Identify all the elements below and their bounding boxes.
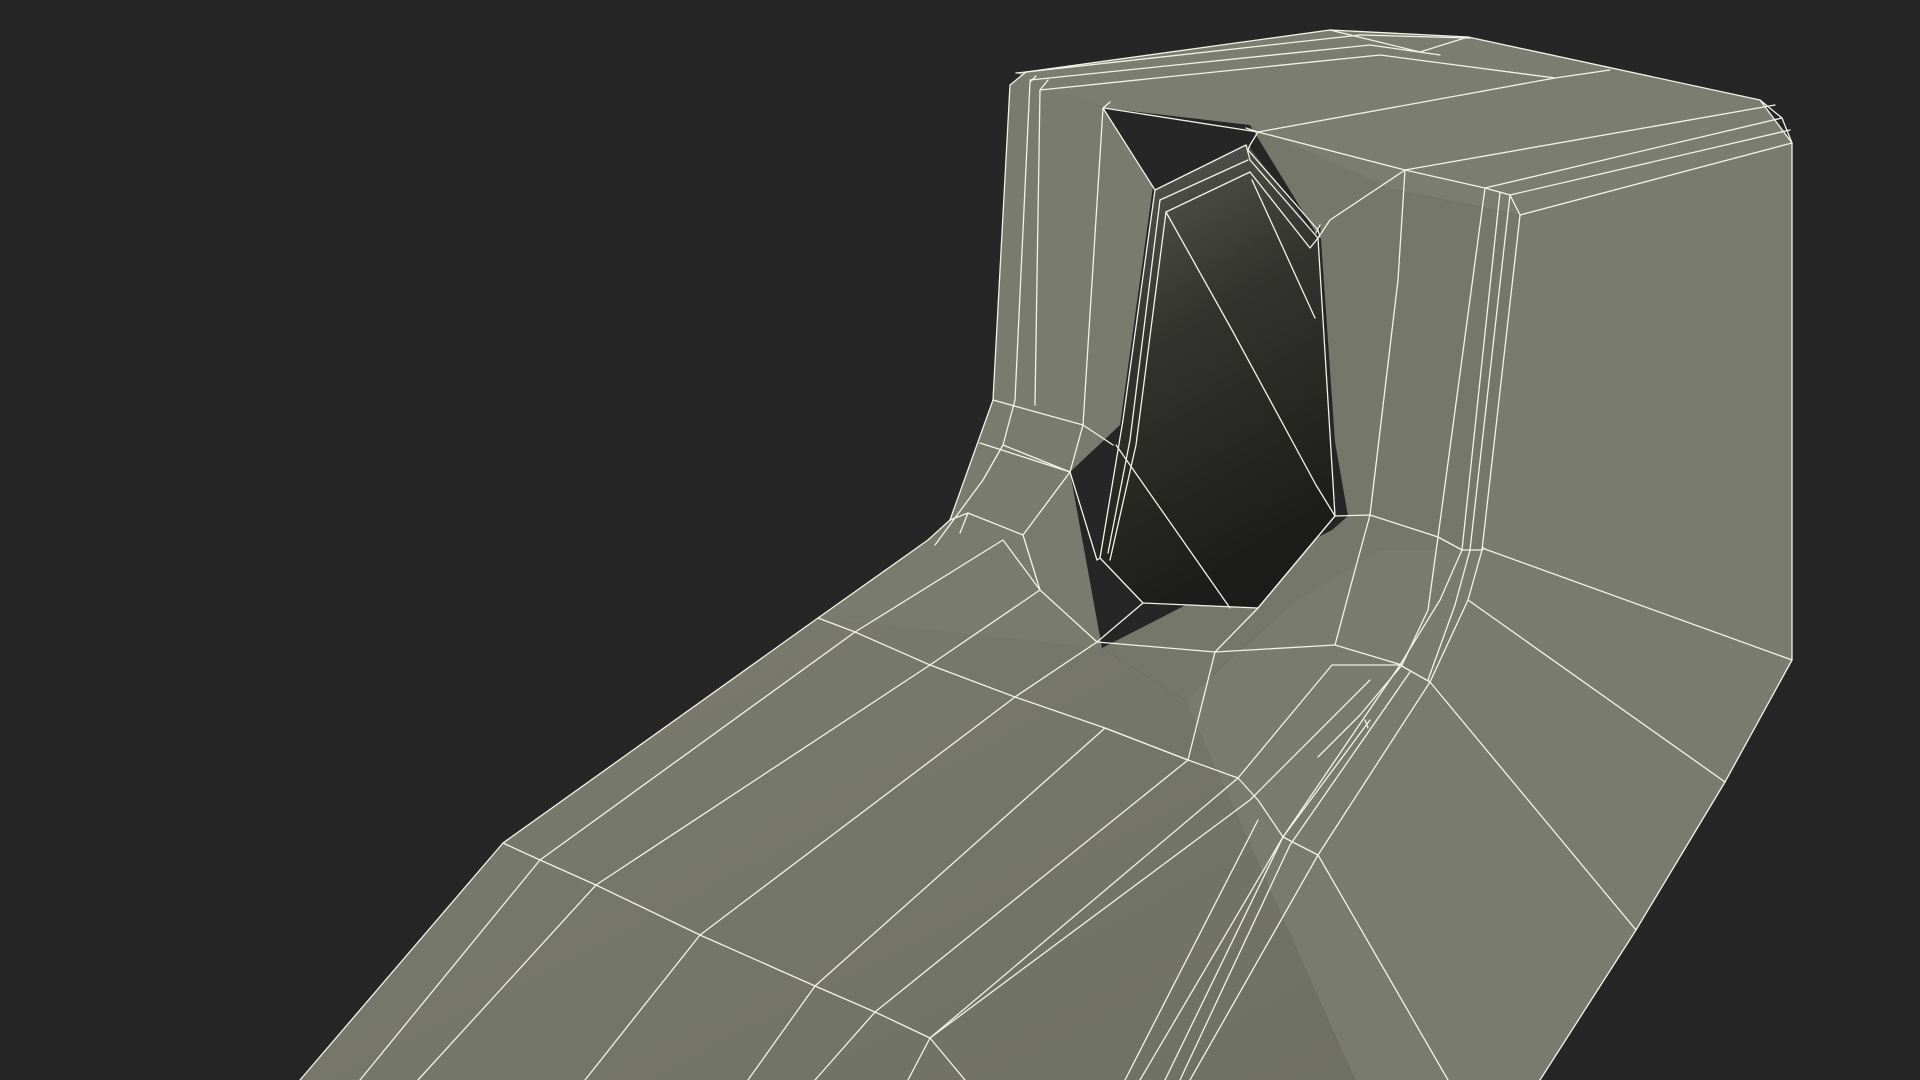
- mesh-surfaces: [300, 30, 1792, 1080]
- mesh-edge: [1247, 131, 1259, 151]
- 3d-viewport[interactable]: [0, 0, 1920, 1080]
- mesh-wireframe: [299, 29, 1793, 1080]
